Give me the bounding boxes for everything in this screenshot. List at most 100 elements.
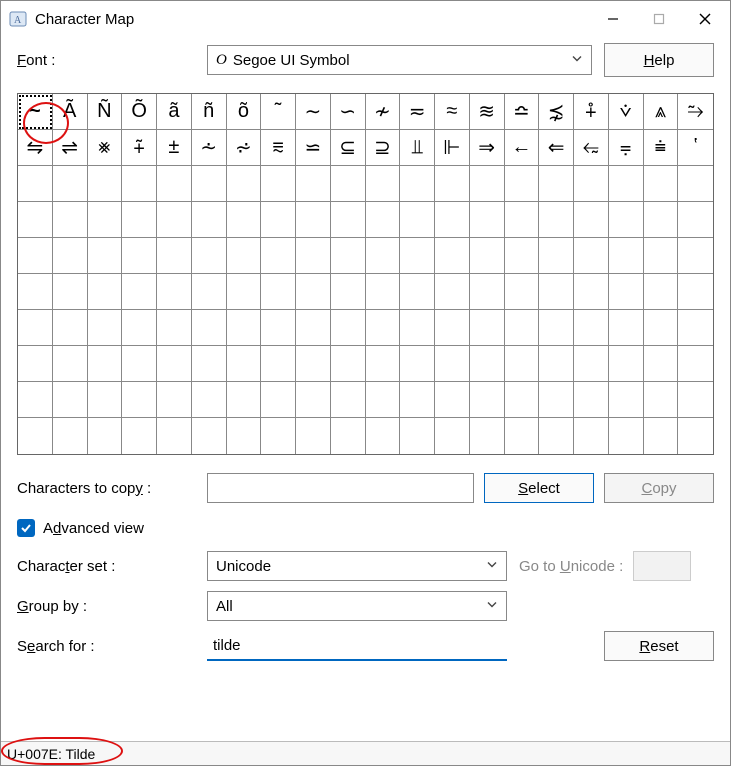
char-cell[interactable] — [574, 382, 609, 418]
char-cell[interactable] — [644, 166, 679, 202]
char-cell[interactable] — [366, 382, 401, 418]
char-cell[interactable]: ⇌ — [53, 130, 88, 166]
char-cell[interactable] — [644, 346, 679, 382]
char-cell[interactable] — [539, 310, 574, 346]
char-cell[interactable]: ∼ — [296, 94, 331, 130]
char-cell[interactable] — [18, 418, 53, 454]
char-cell[interactable]: ⊇ — [366, 130, 401, 166]
char-cell[interactable] — [435, 274, 470, 310]
char-cell[interactable] — [400, 202, 435, 238]
char-cell[interactable] — [88, 310, 123, 346]
char-cell[interactable] — [88, 166, 123, 202]
char-cell[interactable] — [53, 166, 88, 202]
char-cell[interactable] — [470, 274, 505, 310]
char-cell[interactable] — [366, 418, 401, 454]
char-cell[interactable]: ⨤ — [122, 130, 157, 166]
char-cell[interactable] — [227, 418, 262, 454]
char-cell[interactable] — [53, 346, 88, 382]
char-cell[interactable]: ã — [157, 94, 192, 130]
char-cell[interactable] — [400, 274, 435, 310]
char-cell[interactable] — [261, 274, 296, 310]
char-cell[interactable]: ⥲ — [678, 94, 713, 130]
char-cell[interactable]: ≋ — [470, 94, 505, 130]
char-cell[interactable] — [88, 346, 123, 382]
char-cell[interactable]: ≏ — [505, 94, 540, 130]
char-cell[interactable] — [331, 238, 366, 274]
char-cell[interactable] — [574, 346, 609, 382]
char-cell[interactable] — [609, 238, 644, 274]
char-cell[interactable]: ⥳ — [574, 130, 609, 166]
font-select[interactable]: O Segoe UI Symbol — [207, 45, 592, 75]
char-cell[interactable]: ± — [157, 130, 192, 166]
char-cell[interactable] — [296, 274, 331, 310]
char-cell[interactable] — [192, 202, 227, 238]
char-cell[interactable] — [227, 274, 262, 310]
char-cell[interactable] — [539, 418, 574, 454]
char-cell[interactable] — [609, 382, 644, 418]
char-cell[interactable] — [18, 238, 53, 274]
char-cell[interactable] — [227, 166, 262, 202]
char-cell[interactable] — [88, 382, 123, 418]
char-cell[interactable] — [122, 382, 157, 418]
char-cell[interactable]: ⩒ — [609, 94, 644, 130]
char-cell[interactable] — [609, 418, 644, 454]
char-cell[interactable] — [227, 382, 262, 418]
char-cell[interactable] — [192, 382, 227, 418]
char-cell[interactable] — [678, 238, 713, 274]
char-cell[interactable] — [539, 202, 574, 238]
char-cell[interactable] — [157, 418, 192, 454]
char-cell[interactable] — [644, 202, 679, 238]
char-cell[interactable]: ⊆ — [331, 130, 366, 166]
char-cell[interactable] — [157, 310, 192, 346]
char-cell[interactable]: ⩪ — [192, 130, 227, 166]
char-cell[interactable] — [53, 310, 88, 346]
char-cell[interactable]: ~ — [18, 94, 53, 130]
char-cell[interactable]: õ — [227, 94, 262, 130]
char-cell[interactable]: Ã — [53, 94, 88, 130]
char-cell[interactable] — [574, 274, 609, 310]
char-cell[interactable] — [366, 202, 401, 238]
reset-button[interactable]: Reset — [604, 631, 714, 661]
char-cell[interactable] — [678, 346, 713, 382]
char-cell[interactable] — [296, 346, 331, 382]
groupby-select[interactable]: All — [207, 591, 507, 621]
char-cell[interactable] — [331, 346, 366, 382]
char-cell[interactable] — [157, 382, 192, 418]
char-cell[interactable] — [366, 346, 401, 382]
char-cell[interactable] — [609, 310, 644, 346]
char-cell[interactable] — [505, 238, 540, 274]
char-cell[interactable] — [505, 310, 540, 346]
char-cell[interactable] — [574, 418, 609, 454]
char-cell[interactable] — [644, 382, 679, 418]
char-cell[interactable] — [470, 238, 505, 274]
char-cell[interactable]: ⩳ — [261, 130, 296, 166]
char-cell[interactable] — [88, 418, 123, 454]
char-cell[interactable] — [505, 202, 540, 238]
char-cell[interactable] — [192, 418, 227, 454]
char-cell[interactable]: ʽ — [678, 130, 713, 166]
char-cell[interactable] — [192, 166, 227, 202]
char-cell[interactable] — [470, 382, 505, 418]
char-cell[interactable]: ⩦ — [609, 130, 644, 166]
char-cell[interactable] — [157, 166, 192, 202]
char-cell[interactable] — [296, 202, 331, 238]
char-cell[interactable] — [609, 202, 644, 238]
char-cell[interactable] — [53, 202, 88, 238]
char-cell[interactable] — [261, 382, 296, 418]
char-cell[interactable] — [539, 382, 574, 418]
char-cell[interactable] — [470, 202, 505, 238]
char-cell[interactable]: ∽ — [331, 94, 366, 130]
char-cell[interactable]: ≈ — [435, 94, 470, 130]
char-cell[interactable] — [261, 346, 296, 382]
char-cell[interactable] — [678, 310, 713, 346]
char-cell[interactable]: ⊩ — [435, 130, 470, 166]
char-cell[interactable] — [574, 166, 609, 202]
char-cell[interactable] — [331, 382, 366, 418]
char-cell[interactable] — [296, 310, 331, 346]
char-cell[interactable] — [53, 274, 88, 310]
char-cell[interactable] — [296, 418, 331, 454]
char-cell[interactable] — [331, 418, 366, 454]
char-cell[interactable] — [296, 382, 331, 418]
char-cell[interactable] — [122, 274, 157, 310]
char-cell[interactable] — [53, 418, 88, 454]
